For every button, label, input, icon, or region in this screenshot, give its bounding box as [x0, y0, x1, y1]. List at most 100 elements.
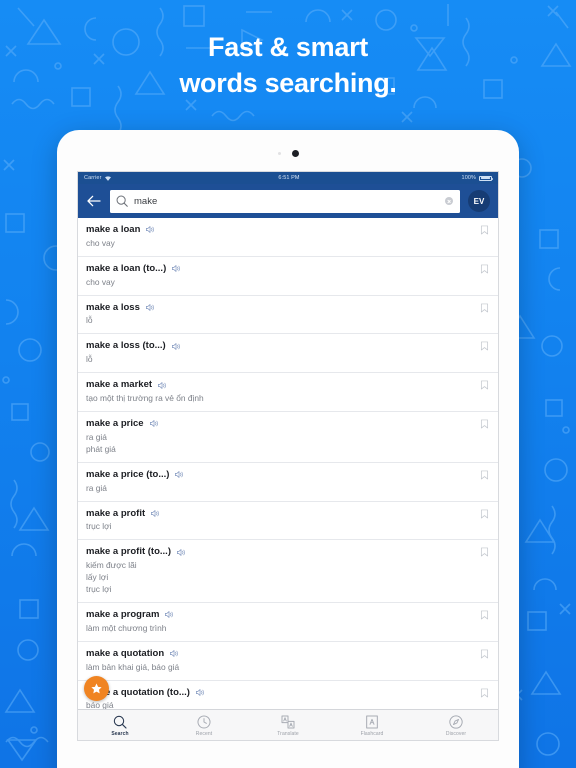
clear-circle-icon[interactable] — [445, 197, 453, 205]
search-results-list[interactable]: make a loan cho vay make a loan (to...) cho… — [78, 218, 498, 709]
favorites-fab-button[interactable] — [84, 676, 109, 701]
result-definition-line: cho vay — [86, 237, 115, 248]
result-term: make a loan (to...) — [86, 262, 167, 274]
search-navigation-bar: EV — [78, 184, 498, 218]
result-term-row: make a loan — [86, 224, 480, 236]
clock-icon — [197, 715, 211, 728]
bookmark-icon[interactable] — [480, 688, 489, 698]
result-definition-line: làm bản khai giá, báo giá — [86, 661, 180, 672]
flashcard-icon — [366, 715, 378, 728]
bookmark-icon[interactable] — [480, 341, 489, 351]
bookmark-icon[interactable] — [480, 419, 489, 429]
bookmark-icon[interactable] — [480, 470, 489, 480]
result-row-content: make a price ra giá phát giá — [86, 418, 480, 456]
result-row[interactable]: make a price ra giá phát giá — [78, 412, 498, 463]
speaker-icon[interactable] — [195, 687, 206, 698]
result-term-row: make a program — [86, 609, 480, 621]
speaker-icon[interactable] — [169, 648, 180, 659]
result-definitions: ra giá phát giá — [86, 432, 480, 456]
result-row[interactable]: make a loss lỗ — [78, 296, 498, 335]
search-icon — [116, 195, 128, 207]
speaker-icon[interactable] — [171, 263, 182, 274]
speaker-icon[interactable] — [145, 302, 156, 313]
result-term-row: make a loan (to...) — [86, 263, 480, 275]
tab-flashcard[interactable]: Flashcard — [330, 714, 414, 737]
bookmark-icon[interactable] — [480, 509, 489, 519]
result-definition-line: lấy lợi — [86, 572, 109, 583]
result-row[interactable]: make a market tạo một thị trường ra vẻ ổn… — [78, 373, 498, 412]
status-bar: Carrier 6:51 PM 100% — [78, 172, 498, 184]
result-term-row: make a profit — [86, 508, 480, 520]
bookmark-icon[interactable] — [480, 610, 489, 620]
result-row-content: make a program làm một chương trình — [86, 609, 480, 635]
result-row[interactable]: make a price (to...) ra giá — [78, 463, 498, 502]
result-term-row: make a quotation — [86, 648, 480, 660]
result-definitions: cho vay — [86, 277, 480, 289]
result-definition-line: kiếm được lãi — [86, 560, 137, 571]
bookmark-icon[interactable] — [480, 225, 489, 235]
bookmark-icon[interactable] — [480, 547, 489, 557]
speaker-icon[interactable] — [149, 418, 160, 429]
tab-translate[interactable]: Translate — [246, 714, 330, 737]
camera-sensor-icon — [277, 152, 281, 155]
result-term-row: make a profit (to...) — [86, 546, 480, 558]
speaker-icon[interactable] — [157, 380, 168, 391]
result-row[interactable]: make a profit (to...) kiếm được lãi lấy lợ… — [78, 540, 498, 603]
bookmark-icon[interactable] — [480, 380, 489, 390]
result-term-row: make a loss (to...) — [86, 340, 480, 352]
result-definitions: kiếm được lãi lấy lợi trục lợi — [86, 560, 480, 596]
result-row[interactable]: make a loss (to...) lỗ — [78, 334, 498, 374]
result-definitions: trục lợi — [86, 521, 480, 533]
result-term: make a profit (to...) — [86, 546, 171, 558]
promo-headline: Fast & smart words searching. — [0, 30, 576, 102]
bookmark-icon[interactable] — [480, 649, 489, 659]
result-definition-line: lỗ — [86, 315, 93, 326]
result-row-content: make a loss lỗ — [86, 302, 480, 328]
result-term: make a loss — [86, 301, 140, 313]
back-arrow-icon[interactable] — [86, 193, 102, 209]
headline-line-1: Fast & smart — [208, 32, 368, 62]
result-definition-line: phát giá — [86, 443, 116, 454]
speaker-icon[interactable] — [145, 224, 156, 235]
result-term: make a profit — [86, 507, 146, 519]
tab-label: Discover — [445, 730, 467, 737]
tab-label: Flashcard — [360, 730, 384, 737]
search-input-container[interactable] — [110, 189, 460, 213]
result-term-row: make a price — [86, 418, 480, 430]
tab-label: Search — [111, 730, 129, 737]
tab-search[interactable]: Search — [78, 714, 162, 737]
tab-recent[interactable]: Recent — [162, 714, 246, 737]
tab-discover[interactable]: Discover — [414, 714, 498, 737]
result-row[interactable]: make a program làm một chương trình — [78, 603, 498, 642]
speaker-icon[interactable] — [164, 609, 175, 620]
wifi-icon — [104, 175, 111, 181]
result-term-row: make a loss — [86, 302, 480, 314]
speaker-icon[interactable] — [171, 341, 182, 352]
result-definition-line: làm một chương trình — [86, 622, 167, 633]
result-row[interactable]: make a loan (to...) cho vay — [78, 257, 498, 296]
result-definition-line: ra giá — [86, 431, 107, 442]
result-definition-line: lỗ — [86, 354, 93, 365]
bottom-tab-bar: Search Recent Translate Flashcard Discover — [78, 709, 498, 740]
result-definition-line: trục lợi — [86, 584, 112, 595]
result-term: make a market — [86, 379, 153, 391]
tab-label: Translate — [277, 730, 299, 737]
search-input[interactable] — [134, 195, 440, 207]
speaker-icon[interactable] — [176, 547, 187, 558]
result-row-content: make a loan cho vay — [86, 224, 480, 250]
result-row[interactable]: make a loan cho vay — [78, 218, 498, 257]
language-pair-badge[interactable]: EV — [468, 190, 490, 212]
camera-dot-icon — [291, 150, 299, 157]
result-term: make a loss (to...) — [86, 340, 166, 352]
result-row[interactable]: make a quotation (to...)báo giálàm bản k… — [78, 681, 498, 709]
result-row-content: make a quotation làm bản khai giá, báo gi… — [86, 648, 480, 674]
bookmark-icon[interactable] — [480, 303, 489, 313]
status-battery-percent: 100% — [461, 175, 476, 181]
headline-line-2: words searching. — [179, 67, 397, 98]
bookmark-icon[interactable] — [480, 264, 489, 274]
result-definition-line: cho vay — [86, 276, 115, 287]
speaker-icon[interactable] — [150, 508, 161, 519]
result-row[interactable]: make a profit trục lợi — [78, 502, 498, 541]
result-row[interactable]: make a quotation làm bản khai giá, báo gi… — [78, 642, 498, 681]
speaker-icon[interactable] — [174, 469, 185, 480]
